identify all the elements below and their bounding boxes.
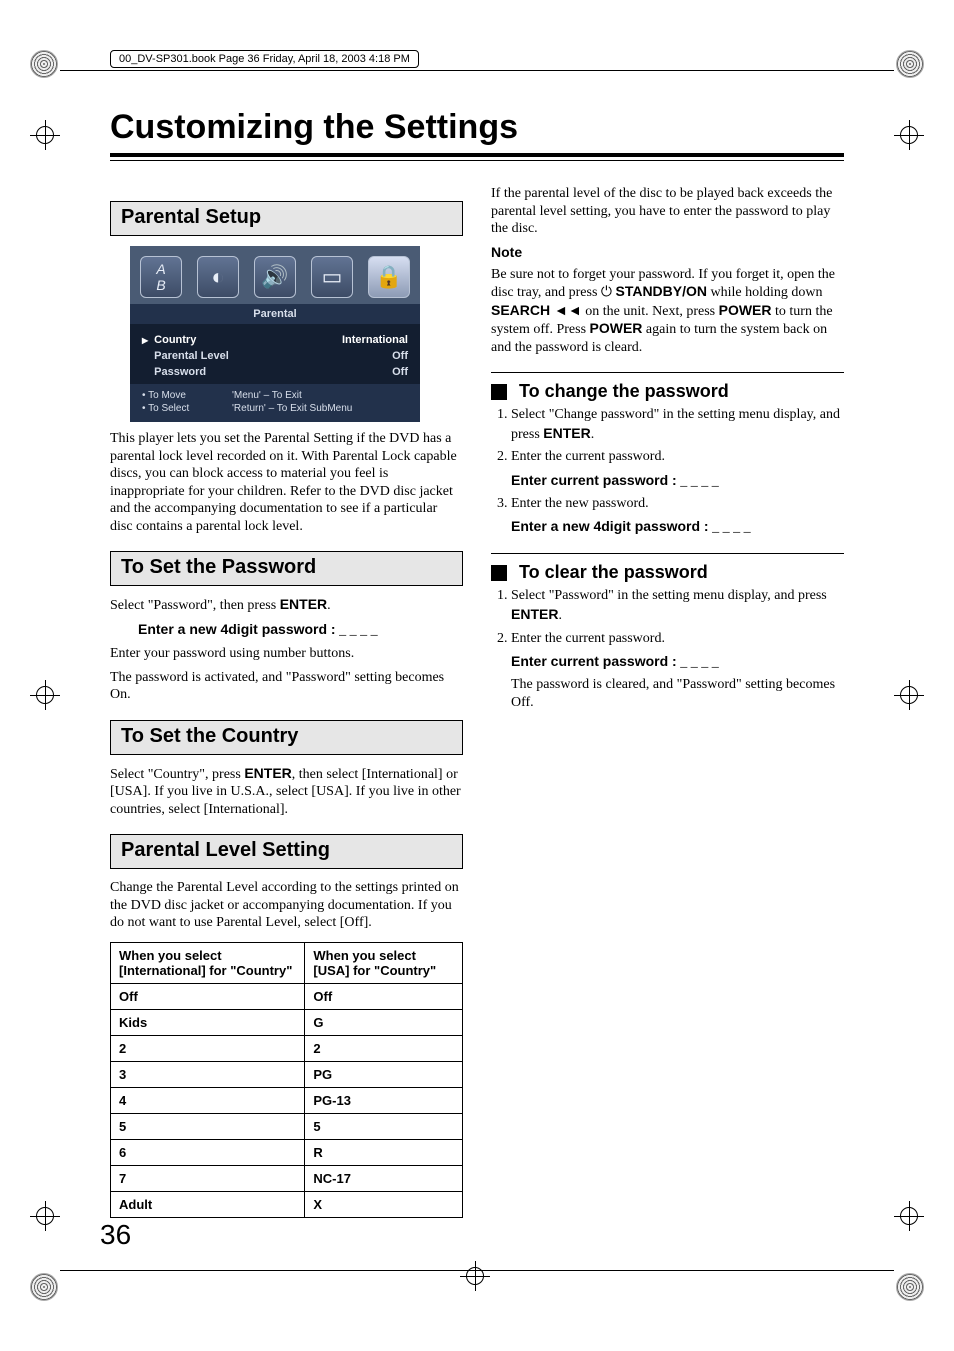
- right-column: If the parental level of the disc to be …: [491, 185, 844, 1218]
- registration-mark-icon: [894, 120, 924, 150]
- osd-lock-icon: 🔒: [368, 256, 410, 298]
- set-password-prompt: Enter a new 4digit password : _ _ _ _: [110, 621, 463, 640]
- table-row: 4PG-13: [111, 1087, 463, 1113]
- page-number: 36: [100, 1219, 131, 1251]
- note-label: Note: [491, 244, 844, 260]
- osd-parental: AB ◐ 🔊 ▭ 🔒 Parental CountryInternational…: [130, 246, 420, 422]
- page: 00_DV-SP301.book Page 36 Friday, April 1…: [0, 0, 954, 1351]
- subsection-clear-password: To clear the password: [491, 553, 844, 583]
- list-item: Select "Password" in the setting menu di…: [511, 587, 844, 625]
- change-password-steps: Select "Change password" in the setting …: [491, 406, 844, 537]
- osd-row: PasswordOff: [142, 364, 408, 380]
- set-password-line1: Select "Password", then press ENTER.: [110, 596, 463, 615]
- osd-foot-key: To Move: [142, 390, 232, 401]
- osd-audio-icon: 🔊: [254, 256, 296, 298]
- table-row: AdultX: [111, 1191, 463, 1217]
- cropmark-icon: [30, 1273, 58, 1301]
- registration-mark-icon: [460, 1261, 490, 1291]
- list-item: Enter the current password. Enter curren…: [511, 630, 844, 713]
- list-item: Enter the current password. Enter curren…: [511, 448, 844, 490]
- note-body: Be sure not to forget your password. If …: [491, 266, 844, 357]
- parental-level-body: Change the Parental Level according to t…: [110, 879, 463, 932]
- subsection-change-password: To change the password: [491, 372, 844, 402]
- registration-mark-icon: [894, 1201, 924, 1231]
- cropmark-icon: [896, 50, 924, 78]
- table-row: 55: [111, 1113, 463, 1139]
- section-set-country: To Set the Country: [110, 720, 463, 755]
- set-password-line2: Enter your password using number buttons…: [110, 645, 463, 663]
- page-title: Customizing the Settings: [110, 108, 844, 147]
- list-item: Select "Change password" in the setting …: [511, 406, 844, 444]
- crop-line: [60, 1270, 894, 1271]
- set-password-line3: The password is activated, and "Password…: [110, 669, 463, 704]
- title-rule: [110, 153, 844, 161]
- clear-password-steps: Select "Password" in the setting menu di…: [491, 587, 844, 712]
- set-country-body: Select "Country", press ENTER, then sele…: [110, 765, 463, 819]
- table-row: OffOff: [111, 983, 463, 1009]
- osd-row: CountryInternational: [142, 332, 408, 348]
- table-head-intl: When you select [International] for "Cou…: [111, 942, 305, 983]
- square-bullet-icon: [491, 565, 507, 581]
- square-bullet-icon: [491, 384, 507, 400]
- osd-foot-val: 'Return' – To Exit SubMenu: [232, 403, 408, 414]
- crop-line: [60, 70, 894, 71]
- osd-row: Parental LevelOff: [142, 348, 408, 364]
- osd-disc-icon: ◐: [197, 256, 239, 298]
- cropmark-icon: [896, 1273, 924, 1301]
- osd-display-icon: ▭: [311, 256, 353, 298]
- book-header: 00_DV-SP301.book Page 36 Friday, April 1…: [110, 50, 419, 68]
- table-head-usa: When you select [USA] for "Country": [305, 942, 463, 983]
- section-set-password: To Set the Password: [110, 551, 463, 586]
- table-row: 6R: [111, 1139, 463, 1165]
- standby-icon: ⏻: [601, 285, 616, 300]
- table-row: KidsG: [111, 1009, 463, 1035]
- registration-mark-icon: [30, 1201, 60, 1231]
- osd-foot-val: 'Menu' – To Exit: [232, 390, 408, 401]
- registration-mark-icon: [894, 680, 924, 710]
- registration-mark-icon: [30, 120, 60, 150]
- osd-lang-icon: AB: [140, 256, 182, 298]
- table-row: 7NC-17: [111, 1165, 463, 1191]
- table-row: 22: [111, 1035, 463, 1061]
- right-intro: If the parental level of the disc to be …: [491, 185, 844, 238]
- left-column: Parental Setup AB ◐ 🔊 ▭ 🔒 Parental Count…: [110, 185, 463, 1218]
- cropmark-icon: [30, 50, 58, 78]
- parental-setup-body: This player lets you set the Parental Se…: [110, 430, 463, 535]
- osd-foot-key: To Select: [142, 403, 232, 414]
- section-parental-setup: Parental Setup: [110, 201, 463, 236]
- parental-level-table: When you select [International] for "Cou…: [110, 942, 463, 1218]
- table-row: 3PG: [111, 1061, 463, 1087]
- registration-mark-icon: [30, 680, 60, 710]
- list-item: Enter the new password. Enter a new 4dig…: [511, 495, 844, 537]
- section-parental-level: Parental Level Setting: [110, 834, 463, 869]
- osd-tab-label: Parental: [130, 304, 420, 324]
